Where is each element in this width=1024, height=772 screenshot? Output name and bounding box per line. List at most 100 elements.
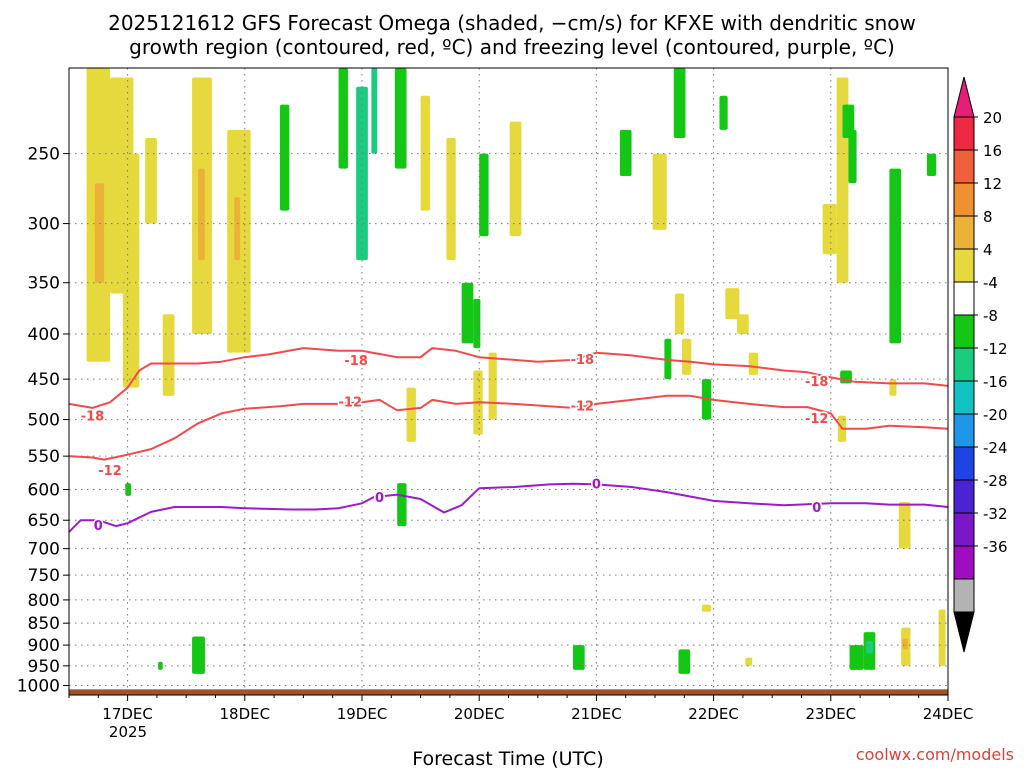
contour-label-6: -12 [805,412,829,427]
omega-region-55 [371,68,378,154]
y-tick-label-550: 550 [28,447,60,467]
omega-region-14 [488,352,497,420]
y-tick-label-500: 500 [28,411,60,431]
chart-title-line-2: growth region (contoured, red, ºC) and f… [129,35,895,59]
contour-label-10: 0 [812,501,821,516]
omega-region-46 [889,168,902,344]
chart-title-line-1: 2025121612 GFS Forecast Omega (shaded, −… [108,11,916,35]
omega-region-44 [842,104,855,138]
omega-region-34 [279,104,290,211]
omega-region-47 [926,153,937,176]
omega-region-3 [122,153,140,388]
omega-region-31 [745,657,753,666]
colorbar-top-arrow [953,76,975,118]
colorbar-label-2: 12 [983,175,1002,193]
x-tick-label-20DEC: 20DEC [454,705,505,723]
source-credit: coolwx.com/models [856,745,1014,764]
terrain-band [69,689,948,695]
y-axis: 2503003504004505005506006507007508008509… [17,145,69,697]
omega-region-16 [652,153,667,230]
colorbar-label-4: 4 [983,241,993,259]
omega-region-11 [420,95,430,211]
omega-region-25 [889,379,897,396]
omega-region-26 [898,502,911,549]
omega-region-10 [406,387,416,442]
colorbar-swatch-12 [953,512,975,547]
x-tick-label-24DEC: 24DEC [923,705,974,723]
omega-time-height-chart: 2025121612 GFS Forecast Omega (shaded, −… [17,11,1014,770]
colorbar-label-10: -24 [983,439,1008,457]
y-tick-label-700: 700 [28,540,60,560]
x-tick-label-19DEC: 19DEC [337,705,388,723]
omega-region-15 [509,121,522,237]
colorbar-swatch-10 [953,446,975,481]
x-tick-label-17DEC: 17DEC [102,705,153,723]
omega-region-4 [145,137,157,224]
colorbar-label-12: -32 [983,505,1008,523]
colorbar-swatch-13 [953,545,975,580]
x-axis-title: Forecast Time (UTC) [412,748,603,768]
colorbar-label-1: 16 [983,142,1002,160]
y-tick-label-900: 900 [28,636,60,656]
colorbar: 20 16 12 8 4 -4 -8 -12 -16 -20 -24 -28 -32 -36 [953,76,1008,653]
omega-region-20 [737,314,749,334]
colorbar-swatch-0 [953,116,975,151]
colorbar-label-6: -8 [983,307,998,325]
contour-label-1: -18 [571,353,595,368]
contour-label-3: -18 [81,410,105,425]
x-tick-label-23DEC: 23DEC [806,705,857,723]
colorbar-swatch-6 [953,314,975,349]
contour-label-9: 0 [592,478,601,493]
omega-region-39 [673,68,686,138]
y-tick-label-450: 450 [28,370,60,390]
contour-line-dgz-12 [68,394,949,461]
omega-region-9 [234,197,241,261]
y-tick-label-350: 350 [28,274,60,294]
contour-label-5: -12 [571,400,595,415]
y-tick-label-650: 650 [28,511,60,531]
omega-region-19 [725,288,740,320]
contour-label-4: -12 [339,396,363,411]
colorbar-swatch-9 [953,413,975,448]
colorbar-label-0: 20 [983,109,1002,127]
omega-region-28 [902,638,909,650]
y-tick-label-750: 750 [28,566,60,586]
colorbar-swatch-5 [953,281,975,316]
contour-label-2: -18 [805,375,829,390]
colorbar-swatch-1 [953,149,975,184]
omega-region-22 [822,203,837,255]
contour-label-8: 0 [375,491,384,506]
colorbar-swatch-11 [953,479,975,514]
y-tick-label-800: 800 [28,591,60,611]
omega-region-54 [356,86,368,261]
contour-label-0: -18 [344,354,368,369]
y-tick-label-300: 300 [28,215,60,235]
omega-region-18 [681,338,692,375]
colorbar-label-13: -36 [983,538,1008,556]
colorbar-swatch-14 [953,578,975,613]
colorbar-swatch-2 [953,182,975,217]
omega-region-48 [192,636,205,674]
omega-region-21 [748,352,759,375]
colorbar-swatch-8 [953,380,975,415]
colorbar-label-5: -4 [983,274,998,292]
colorbar-label-3: 8 [983,208,993,226]
terrain-layer [69,689,948,695]
colorbar-swatch-3 [953,215,975,250]
omega-region-32 [394,68,407,169]
colorbar-swatch-4 [953,248,975,283]
chart-stage: 2025121612 GFS Forecast Omega (shaded, −… [0,0,1024,770]
omega-region-51 [678,649,691,674]
x-tick-label-21DEC: 21DEC [571,705,622,723]
omega-region-12 [446,137,456,261]
omega-region-42 [719,95,728,130]
omega-region-30 [701,604,712,612]
omega-shading-layer [86,68,946,674]
omega-region-38 [619,129,632,176]
omega-region-29 [938,609,946,666]
x-axis-year-label: 2025 [109,723,147,741]
x-tick-label-22DEC: 22DEC [688,705,739,723]
contour-label-7: -12 [98,464,122,479]
y-tick-label-400: 400 [28,325,60,345]
y-tick-label-250: 250 [28,145,60,165]
